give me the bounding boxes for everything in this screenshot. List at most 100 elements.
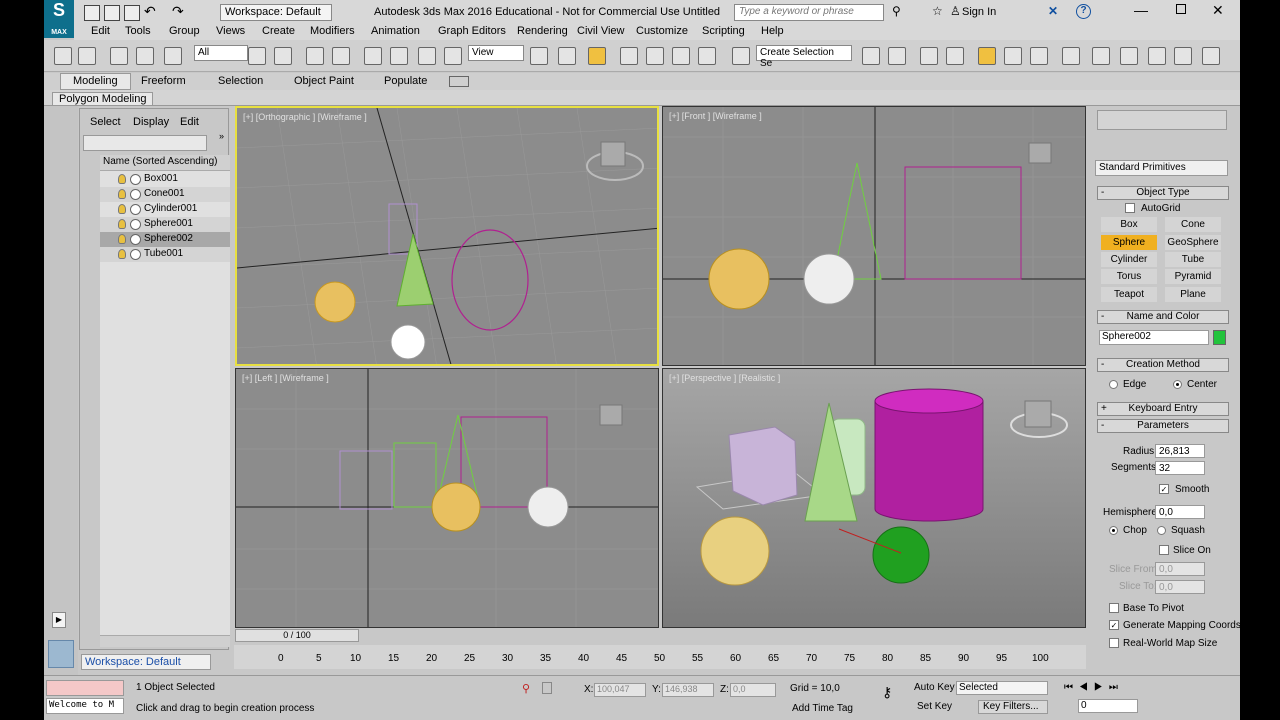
tab-modeling[interactable]: Modeling	[60, 73, 131, 90]
isolate-icon[interactable]: ⚲	[522, 682, 530, 695]
menu-create[interactable]: Create	[262, 25, 295, 37]
pyramid-button[interactable]: Pyramid	[1165, 269, 1221, 284]
unlink-icon[interactable]	[136, 47, 154, 65]
layer-explorer-icon[interactable]	[920, 47, 938, 65]
slice-from-spinner[interactable]: 0,0	[1155, 562, 1205, 576]
key-mode-dropdown[interactable]: Selected	[956, 681, 1048, 695]
tab-object-paint[interactable]: Object Paint	[294, 75, 354, 87]
menu-rendering[interactable]: Rendering	[517, 25, 568, 37]
selection-filter-dropdown[interactable]: All	[194, 45, 248, 61]
list-item[interactable]: Cylinder001	[100, 202, 230, 217]
cylinder-button[interactable]: Cylinder	[1101, 252, 1157, 267]
current-frame-field[interactable]: 0	[1078, 699, 1138, 713]
gen-mapping-checkbox[interactable]: ✓	[1109, 620, 1119, 630]
select-by-name-icon[interactable]	[274, 47, 292, 65]
tab-populate[interactable]: Populate	[384, 75, 427, 87]
light-bulb-icon[interactable]	[118, 234, 126, 244]
parameters-rollout[interactable]: - Parameters	[1097, 419, 1229, 433]
menu-views[interactable]: Views	[216, 25, 245, 37]
select-object-icon[interactable]	[248, 47, 266, 65]
angle-snap-icon[interactable]	[646, 47, 664, 65]
smooth-checkbox[interactable]: ✓	[1159, 484, 1169, 494]
edge-radio[interactable]	[1109, 380, 1118, 389]
open-icon[interactable]	[104, 5, 120, 21]
x-coordinate[interactable]: 100,047	[594, 683, 646, 697]
binoculars-icon[interactable]: ⚲	[892, 4, 901, 18]
hemisphere-spinner[interactable]: 0,0	[1155, 505, 1205, 519]
manipulate-icon[interactable]	[558, 47, 576, 65]
edit-named-sets-icon[interactable]	[732, 47, 750, 65]
torus-button[interactable]: Torus	[1101, 269, 1157, 284]
scene-search-field[interactable]	[83, 135, 207, 151]
menu-customize[interactable]: Customize	[636, 25, 688, 37]
track-bar[interactable]: 0 5 10 15 20 25 30 35 40 45 50 55 60 65 …	[234, 645, 1086, 669]
schematic-view-icon[interactable]	[1030, 47, 1048, 65]
menu-group[interactable]: Group	[169, 25, 200, 37]
undo-tool-icon[interactable]	[54, 47, 72, 65]
y-coordinate[interactable]: 146,938	[662, 683, 714, 697]
freeze-icon[interactable]	[130, 234, 141, 245]
exchange-icon[interactable]: ✕	[1048, 4, 1058, 18]
ref-coord-dropdown[interactable]: View	[468, 45, 524, 61]
maxscript-listener-pink[interactable]	[46, 680, 124, 696]
save-icon[interactable]	[124, 5, 140, 21]
box-button[interactable]: Box	[1101, 217, 1157, 232]
freeze-icon[interactable]	[130, 204, 141, 215]
render-production-icon[interactable]	[1148, 47, 1166, 65]
maxscript-listener[interactable]: Welcome to M	[46, 698, 124, 714]
squash-radio[interactable]	[1157, 526, 1166, 535]
polygon-modeling-panel[interactable]: Polygon Modeling	[52, 92, 154, 106]
light-bulb-icon[interactable]	[118, 204, 126, 214]
z-coordinate[interactable]: 0,0	[730, 683, 776, 697]
undo-icon[interactable]: ↶	[144, 3, 156, 20]
workspace-dropdown[interactable]: Workspace: Default	[220, 4, 332, 21]
light-bulb-icon[interactable]	[118, 249, 126, 259]
align-icon[interactable]	[888, 47, 906, 65]
object-color-swatch[interactable]	[1213, 330, 1226, 345]
key-icon[interactable]: ⚷	[882, 684, 892, 701]
viewport-perspective[interactable]: [+] [Perspective ] [Realistic ]	[662, 368, 1086, 628]
time-slider[interactable]: 0 / 100	[235, 629, 359, 642]
tab-freeform[interactable]: Freeform	[141, 75, 186, 87]
close-button[interactable]: ✕	[1212, 2, 1224, 19]
slice-to-spinner[interactable]: 0,0	[1155, 580, 1205, 594]
restore-button[interactable]	[1176, 4, 1186, 14]
freeze-icon[interactable]	[130, 189, 141, 200]
menu-graph-editors[interactable]: Graph Editors	[438, 25, 506, 37]
render-iterative-icon[interactable]	[1174, 47, 1192, 65]
redo-icon[interactable]: ↷	[172, 3, 184, 20]
freeze-icon[interactable]	[130, 219, 141, 230]
chop-radio[interactable]	[1109, 526, 1118, 535]
object-type-rollout[interactable]: - Object Type	[1097, 186, 1229, 200]
tab-selection[interactable]: Selection	[218, 75, 263, 87]
viewport-label[interactable]: [+] [Front ] [Wireframe ]	[669, 111, 762, 121]
creation-method-rollout[interactable]: - Creation Method	[1097, 358, 1229, 372]
search-input[interactable]: Type a keyword or phrase	[734, 4, 884, 21]
plane-button[interactable]: Plane	[1165, 287, 1221, 302]
viewport-navigation-controls[interactable]	[1144, 682, 1234, 714]
name-color-rollout[interactable]: - Name and Color	[1097, 310, 1229, 324]
bind-space-warp-icon[interactable]	[164, 47, 182, 65]
geosphere-button[interactable]: GeoSphere	[1165, 235, 1221, 250]
auto-key-button[interactable]: Auto Key	[914, 682, 955, 693]
list-item[interactable]: Box001	[100, 172, 230, 187]
scene-menu-display[interactable]: Display	[133, 116, 169, 128]
scene-workspace-dropdown[interactable]: Workspace: Default	[81, 654, 211, 670]
category-dropdown[interactable]: Standard Primitives	[1095, 160, 1228, 176]
column-header-name[interactable]: Name (Sorted Ascending)	[100, 155, 230, 171]
light-bulb-icon[interactable]	[118, 174, 126, 184]
scene-menu-edit[interactable]: Edit	[180, 116, 199, 128]
user-icon[interactable]: ♙	[950, 4, 961, 18]
toggle-scene-explorer-icon[interactable]	[946, 47, 964, 65]
curve-editor-icon[interactable]	[1004, 47, 1022, 65]
key-filters-button[interactable]: Key Filters...	[978, 700, 1048, 714]
spinner-snap-icon[interactable]	[698, 47, 716, 65]
viewport-label[interactable]: [+] [Perspective ] [Realistic ]	[669, 373, 780, 383]
center-radio[interactable]	[1173, 380, 1182, 389]
base-to-pivot-checkbox[interactable]	[1109, 603, 1119, 613]
autogrid-checkbox[interactable]	[1125, 203, 1135, 213]
redo-tool-icon[interactable]	[78, 47, 96, 65]
star-icon[interactable]: ☆	[932, 4, 943, 18]
help-icon[interactable]: ?	[1076, 4, 1091, 19]
list-item[interactable]: Cone001	[100, 187, 230, 202]
